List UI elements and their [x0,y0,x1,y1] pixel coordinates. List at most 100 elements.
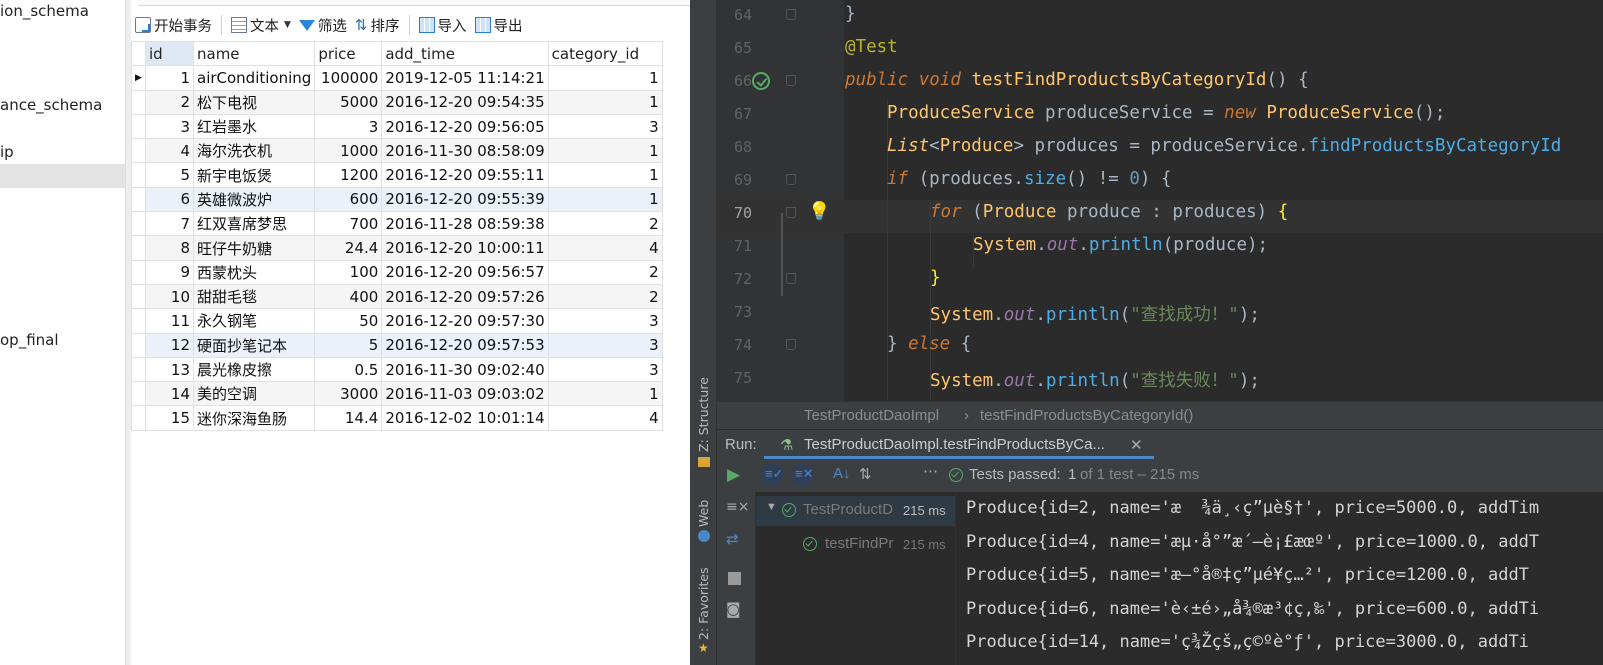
fold-marker[interactable] [786,273,796,284]
row-header[interactable] [131,308,146,334]
cell-id[interactable]: 5 [145,162,194,188]
table-row[interactable]: 9 西蒙枕头 100 2016-12-20 09:56:57 2 [131,259,663,285]
stop-icon[interactable] [728,572,741,585]
import-button[interactable]: 导入 [415,12,471,38]
cell-add-time[interactable]: 2016-11-30 08:58:09 [381,138,549,164]
cell-category-id[interactable]: 4 [547,235,663,261]
cell-category-id[interactable]: 3 [547,113,663,140]
column-header-add-time[interactable]: add_time [381,40,549,67]
show-ignored-button[interactable]: ≡✕ [791,464,813,486]
export-button[interactable]: 导出 [471,12,527,38]
begin-transaction-button[interactable]: 开始事务 [131,12,216,38]
clear-icon[interactable]: ≡× [726,499,749,515]
table-row[interactable]: 15 迷你深海鱼肠 14.4 2016-12-02 10:01:14 4 [131,405,663,431]
cell-name[interactable]: 迷你深海鱼肠 [192,405,316,431]
row-header[interactable] [131,259,146,285]
show-passed-button[interactable]: ≡✓ [761,464,783,486]
cell-name[interactable]: 红双喜席梦思 [192,211,316,237]
cell-add-time[interactable]: 2016-12-20 09:57:53 [381,332,549,358]
cell-category-id[interactable]: 1 [547,89,663,115]
table-row[interactable]: 4 海尔洗衣机 1000 2016-11-30 08:58:09 1 [131,138,663,164]
cell-id[interactable]: 2 [145,89,194,115]
cell-id[interactable]: 15 [145,405,194,431]
test-class-node[interactable]: TestProductD [803,501,893,518]
cell-price[interactable]: 100000 [314,65,383,91]
cell-category-id[interactable]: 1 [547,186,663,213]
cell-price[interactable]: 24.4 [314,235,383,261]
cell-name[interactable]: 松下电视 [192,89,316,115]
chevron-down-icon[interactable]: ▼ [766,501,777,513]
cell-id[interactable]: 11 [145,308,194,334]
filter-button[interactable]: 筛选 [295,12,351,38]
cell-add-time[interactable]: 2016-11-03 09:03:02 [381,381,549,407]
run-test-gutter-icon[interactable] [752,72,770,90]
cell-id[interactable]: 13 [145,356,194,383]
cell-price[interactable]: 100 [314,259,383,285]
cell-price[interactable]: 400 [314,283,383,310]
table-row[interactable]: 14 美的空调 3000 2016-11-03 09:03:02 1 [131,381,663,407]
cell-add-time[interactable]: 2016-11-30 09:02:40 [381,356,549,383]
row-header[interactable] [131,381,146,407]
cell-id[interactable]: 3 [145,113,194,140]
cell-add-time[interactable]: 2016-12-20 09:57:30 [381,308,549,334]
favorites-tool-tab[interactable]: 2: Favorites [696,567,711,640]
cell-name[interactable]: 红岩墨水 [192,113,316,140]
swap-icon[interactable]: ⇄ [726,530,739,548]
cell-name[interactable]: 硬面抄笔记本 [192,332,316,358]
column-header-price[interactable]: price [314,40,383,67]
cell-price[interactable]: 5 [314,332,383,358]
cell-name[interactable]: 晨光橡皮擦 [192,356,316,383]
row-header[interactable] [131,211,146,237]
cell-id[interactable]: 4 [145,138,194,164]
cell-name[interactable]: 永久钢笔 [192,308,316,334]
cell-name[interactable]: 英雄微波炉 [192,186,316,213]
cell-id[interactable]: 7 [145,211,194,237]
cell-id[interactable]: 12 [145,332,194,358]
run-configuration-tab[interactable]: ⚗ TestProductDaoImpl.testFindProductsByC… [764,430,1154,460]
table-row[interactable]: 11 永久钢笔 50 2016-12-20 09:57:30 3 [131,308,663,334]
console-output[interactable]: Produce{id=2, name='æ ¾ä¸‹ç”µè§†', price… [955,492,1603,665]
breadcrumb-class[interactable]: TestProductDaoImpl [804,407,939,424]
tree-item-schema-2[interactable]: ance_schema [0,96,102,114]
breadcrumb-method[interactable]: testFindProductsByCategoryId() [980,407,1193,424]
cell-category-id[interactable]: 1 [547,138,663,164]
row-header[interactable] [131,113,146,140]
cell-category-id[interactable]: 2 [547,283,663,310]
tree-item-schema-3[interactable]: ip [0,143,14,161]
current-row-marker[interactable]: ▶ [131,65,146,91]
close-icon[interactable]: ✕ [1130,436,1143,454]
cell-price[interactable]: 700 [314,211,383,237]
cell-add-time[interactable]: 2016-12-20 10:00:11 [381,235,549,261]
cell-name[interactable]: airConditioning [192,65,316,91]
column-header-name[interactable]: name [192,40,316,67]
cell-name[interactable]: 甜甜毛毯 [192,283,316,310]
table-row[interactable]: 5 新宇电饭煲 1200 2016-12-20 09:55:11 1 [131,162,663,188]
row-header[interactable] [131,405,146,431]
table-row[interactable]: 7 红双喜席梦思 700 2016-11-28 08:59:38 2 [131,211,663,237]
cell-id[interactable]: 14 [145,381,194,407]
cell-category-id[interactable]: 2 [547,259,663,285]
cell-price[interactable]: 50 [314,308,383,334]
cell-add-time[interactable]: 2016-12-20 09:55:39 [381,186,549,213]
row-header[interactable] [131,89,146,115]
cell-name[interactable]: 新宇电饭煲 [192,162,316,188]
sort-duration-icon[interactable]: ⇅ [859,465,872,483]
fold-marker[interactable] [786,174,796,185]
camera-icon[interactable]: ◙ [726,600,741,618]
cell-add-time[interactable]: 2016-12-02 10:01:14 [381,405,549,431]
cell-price[interactable]: 0.5 [314,356,383,383]
cell-category-id[interactable]: 3 [547,332,663,358]
tree-item-schema-1[interactable]: ion_schema [0,2,89,20]
cell-price[interactable]: 14.4 [314,405,383,431]
cell-id[interactable]: 8 [145,235,194,261]
cell-name[interactable]: 美的空调 [192,381,316,407]
text-button[interactable]: 文本 ▼ [227,12,295,38]
table-row[interactable]: 8 旺仔牛奶糖 24.4 2016-12-20 10:00:11 4 [131,235,663,261]
cell-add-time[interactable]: 2016-12-20 09:56:05 [381,113,549,140]
cell-category-id[interactable]: 4 [547,405,663,431]
cell-price[interactable]: 1000 [314,138,383,164]
row-header[interactable] [131,356,146,383]
cell-add-time[interactable]: 2016-12-20 09:54:35 [381,89,549,115]
sort-alpha-icon[interactable]: A↓ [833,465,851,482]
cell-name[interactable]: 西蒙枕头 [192,259,316,285]
